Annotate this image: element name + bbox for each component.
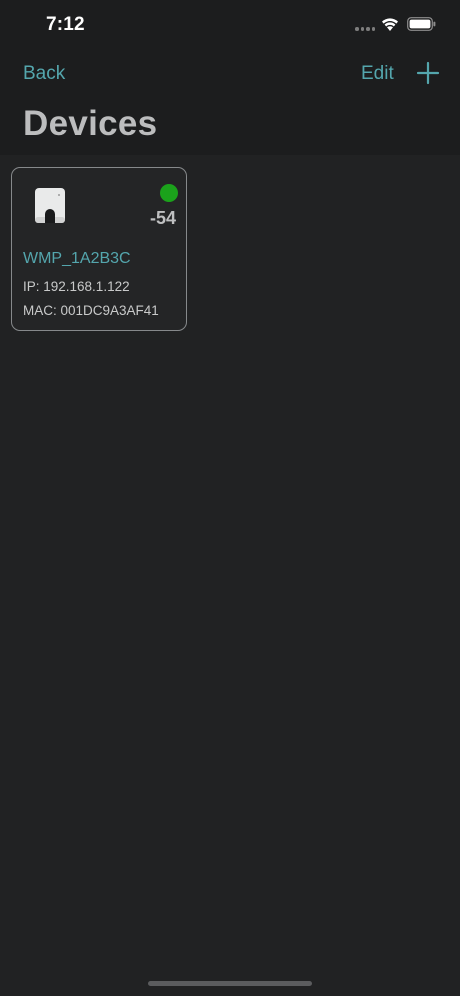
edit-button[interactable]: Edit bbox=[361, 63, 394, 85]
device-ip: IP: 192.168.1.122 bbox=[23, 279, 130, 294]
signal-strength: -54 bbox=[149, 208, 176, 228]
home-indicator bbox=[148, 981, 312, 986]
battery-icon bbox=[407, 17, 436, 31]
page-title: Devices bbox=[23, 104, 158, 143]
back-button[interactable]: Back bbox=[23, 63, 65, 85]
header: 7:12 Back Edit Devices bbox=[0, 0, 460, 155]
status-indicator-online bbox=[160, 184, 178, 202]
device-mac: MAC: 001DC9A3AF41 bbox=[23, 303, 159, 318]
device-card[interactable]: -54 WMP_1A2B3C IP: 192.168.1.122 MAC: 00… bbox=[11, 167, 187, 331]
device-name: WMP_1A2B3C bbox=[23, 250, 131, 267]
signal-dots-icon bbox=[355, 27, 375, 31]
plus-icon[interactable] bbox=[415, 60, 441, 86]
device-icon bbox=[35, 188, 65, 223]
wifi-icon bbox=[382, 18, 398, 31]
status-time: 7:12 bbox=[46, 14, 85, 35]
